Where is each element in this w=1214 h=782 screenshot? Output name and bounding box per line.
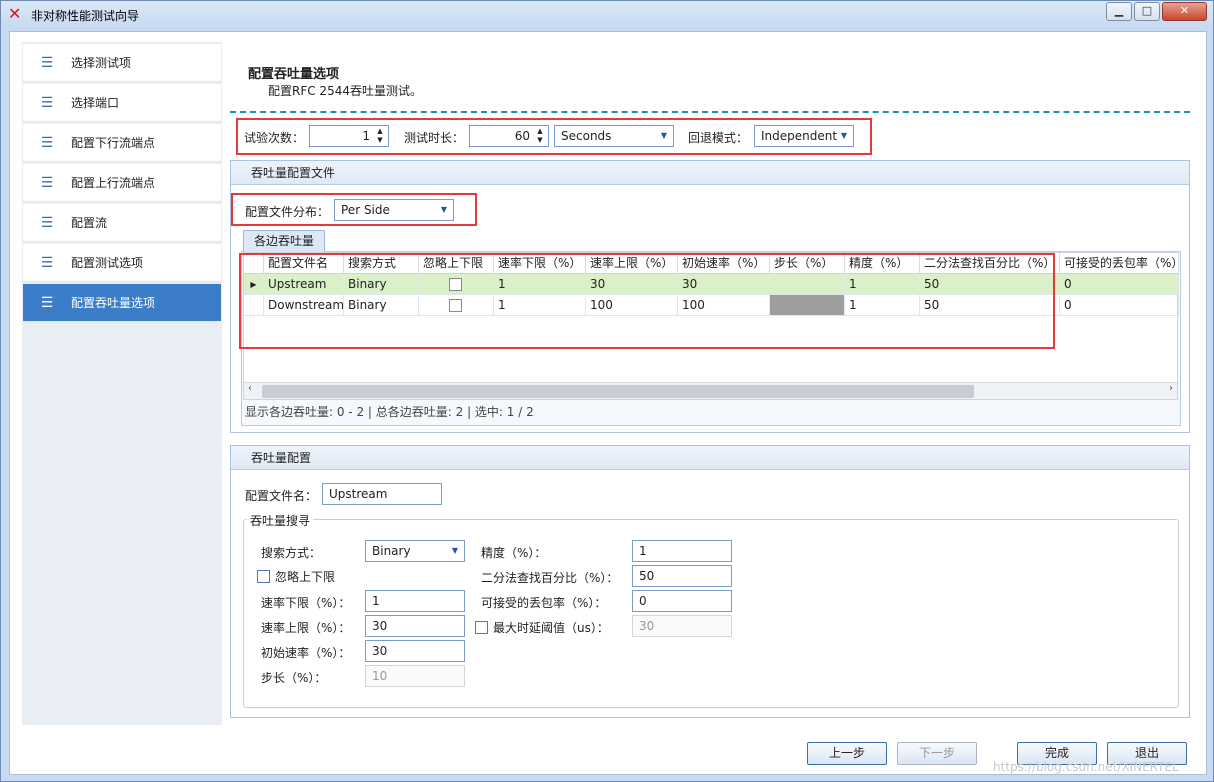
prev-button[interactable]: 上一步 [807, 742, 887, 765]
backoff-label: 回退模式： [688, 131, 749, 145]
menu-lines-icon: ☰ [40, 134, 54, 151]
distribution-value: Per Side [341, 203, 390, 217]
duration-spinner[interactable]: 60 ▲ ▼ [469, 125, 549, 147]
checkbox-box[interactable] [475, 621, 488, 634]
sidebar-item-label: 配置测试选项 [71, 256, 144, 270]
trials-label: 试验次数： [244, 131, 305, 145]
main-content: 配置吞吐量选项 配置RFC 2544吞吐量测试。 试验次数： 1 ▲ ▼ 测试时长… [222, 42, 1200, 725]
sidebar-item-label: 配置流 [71, 216, 108, 230]
distribution-select[interactable]: Per Side ▼ [334, 199, 454, 221]
duration-unit-value: Seconds [561, 129, 612, 143]
header-divider [230, 111, 1190, 113]
precision-input[interactable]: 1 [632, 540, 732, 562]
search-mode-value: Binary [372, 544, 411, 558]
trials-value: 1 [362, 129, 370, 143]
trials-spinner[interactable]: 1 ▲ ▼ [309, 125, 389, 147]
search-group-title: 吞吐量搜寻 [247, 512, 314, 529]
menu-lines-icon: ☰ [40, 174, 54, 191]
highlight-box [239, 253, 1055, 349]
page-title: 配置吞吐量选项 [248, 67, 340, 82]
maximize-button[interactable]: □ [1134, 2, 1160, 21]
scroll-right-icon[interactable]: › [1169, 383, 1173, 394]
next-button: 下一步 [897, 742, 977, 765]
grid-status-text: 显示各边吞吐量: 0 - 2 | 总各边吞吐量: 2 | 选中: 1 / 2 [245, 405, 534, 419]
ignore-limits-label: 忽略上下限 [275, 570, 336, 584]
spin-arrows-icon[interactable]: ▲ ▼ [374, 127, 386, 145]
rate-min-label: 速率下限（%）： [261, 596, 351, 610]
init-rate-label: 初始速率（%）： [261, 646, 351, 660]
scrollbar-thumb[interactable] [262, 385, 974, 398]
binary-pct-input[interactable]: 50 [632, 565, 732, 587]
binary-pct-label: 二分法查找百分比（%）： [481, 571, 619, 585]
ignore-limits-checkbox[interactable]: 忽略上下限 [257, 568, 335, 585]
config-panel: 吞吐量配置 配置文件名： Upstream 吞吐量搜寻 搜索方式： Binary… [230, 445, 1190, 718]
chevron-down-icon: ▼ [440, 205, 447, 214]
sidebar-item-downstream-endpoints[interactable]: ☰ 配置下行流端点 [23, 124, 221, 162]
sidebar-item-select-ports[interactable]: ☰ 选择端口 [23, 84, 221, 122]
rate-max-label: 速率上限（%）： [261, 621, 351, 635]
duration-value: 60 [514, 129, 530, 143]
table-cell[interactable]: 0 [1060, 295, 1179, 316]
sidebar-item-select-tests[interactable]: ☰ 选择测试项 [23, 44, 221, 82]
app-logo-icon: ✕ [8, 4, 22, 23]
sidebar-item-label: 配置下行流端点 [71, 136, 156, 150]
checkbox-box[interactable] [257, 570, 270, 583]
sidebar-item-label: 配置上行流端点 [71, 176, 156, 190]
step-label: 步长（%）： [261, 671, 327, 685]
chevron-down-icon: ▼ [451, 546, 458, 555]
distribution-label: 配置文件分布： [245, 205, 330, 219]
close-button[interactable]: ✕ [1162, 2, 1207, 21]
wizard-window: ✕ 非对称性能测试向导 ▁ □ ✕ ☰ 选择测试项 ☰ 选择端口 ☰ 配置下行流… [0, 0, 1214, 782]
page-subtitle: 配置RFC 2544吞吐量测试。 [268, 84, 422, 98]
rate-max-input[interactable]: 30 [365, 615, 465, 637]
menu-lines-icon: ☰ [40, 294, 54, 311]
menu-lines-icon: ☰ [40, 94, 54, 111]
profile-panel: 吞吐量配置文件 配置文件分布： Per Side ▼ 各边吞吐量 配置文件名 搜… [230, 160, 1190, 433]
duration-unit-select[interactable]: Seconds ▼ [554, 125, 674, 147]
profile-name-input[interactable]: Upstream [322, 483, 442, 505]
window-title: 非对称性能测试向导 [31, 9, 140, 23]
chevron-down-icon: ▼ [840, 131, 847, 140]
tab-per-side-throughput[interactable]: 各边吞吐量 [243, 230, 326, 252]
init-rate-input[interactable]: 30 [365, 640, 465, 662]
sidebar-item-label: 选择端口 [71, 96, 120, 110]
minimize-button[interactable]: ▁ [1106, 2, 1132, 21]
table-cell[interactable]: 0 [1060, 274, 1179, 295]
sidebar: ☰ 选择测试项 ☰ 选择端口 ☰ 配置下行流端点 ☰ 配置上行流端点 ☰ 配置流… [22, 42, 222, 725]
scroll-left-icon[interactable]: ‹ [248, 383, 252, 394]
loss-input[interactable]: 0 [632, 590, 732, 612]
menu-lines-icon: ☰ [40, 254, 54, 271]
profile-panel-header: 吞吐量配置文件 [231, 161, 1189, 185]
duration-label: 测试时长： [404, 131, 465, 145]
profile-name-label: 配置文件名： [245, 489, 318, 503]
menu-lines-icon: ☰ [40, 54, 54, 71]
max-latency-input: 30 [632, 615, 732, 637]
backoff-mode-value: Independent [761, 129, 838, 143]
sidebar-item-throughput-options[interactable]: ☰ 配置吞吐量选项 [23, 284, 221, 322]
sidebar-item-label: 选择测试项 [71, 56, 132, 70]
backoff-mode-select[interactable]: Independent ▼ [754, 125, 854, 147]
horizontal-scrollbar[interactable]: ‹ › [244, 382, 1177, 399]
max-latency-checkbox[interactable]: 最大时延阈值（us）： [475, 619, 609, 636]
sidebar-item-configure-streams[interactable]: ☰ 配置流 [23, 204, 221, 242]
column-header[interactable]: 可接受的丢包率（%） [1060, 253, 1179, 274]
rate-min-input[interactable]: 1 [365, 590, 465, 612]
search-mode-label: 搜索方式： [261, 546, 322, 560]
config-panel-header: 吞吐量配置 [231, 446, 1189, 470]
spin-arrows-icon[interactable]: ▲ ▼ [534, 127, 546, 145]
search-mode-select[interactable]: Binary ▼ [365, 540, 465, 562]
watermark-text: https://blog.csdn.net/XINERTEL [993, 760, 1179, 774]
sidebar-item-label: 配置吞吐量选项 [71, 296, 156, 310]
sidebar-item-upstream-endpoints[interactable]: ☰ 配置上行流端点 [23, 164, 221, 202]
sidebar-item-test-options[interactable]: ☰ 配置测试选项 [23, 244, 221, 282]
step-input: 10 [365, 665, 465, 687]
client-area: ☰ 选择测试项 ☰ 选择端口 ☰ 配置下行流端点 ☰ 配置上行流端点 ☰ 配置流… [9, 31, 1207, 775]
title-bar: ✕ 非对称性能测试向导 ▁ □ ✕ [1, 1, 1213, 29]
max-latency-label: 最大时延阈值（us）： [493, 621, 609, 635]
chevron-down-icon: ▼ [660, 131, 667, 140]
loss-label: 可接受的丢包率（%）： [481, 596, 607, 610]
precision-label: 精度（%）： [481, 546, 547, 560]
menu-lines-icon: ☰ [40, 214, 54, 231]
